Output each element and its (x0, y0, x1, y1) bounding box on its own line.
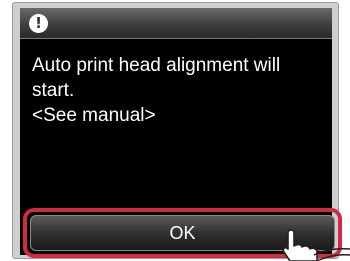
dialog-title-bar: ! (20, 8, 332, 39)
exclamation-icon: ! (29, 14, 48, 33)
message-line-1: Auto print head alignment will (32, 55, 281, 76)
message-line-3: <See manual> (32, 105, 156, 126)
message-line-2: start. (32, 80, 75, 101)
dialog-message: Auto print head alignment will start. <S… (32, 53, 322, 128)
tapping-finger-icon (282, 229, 350, 261)
